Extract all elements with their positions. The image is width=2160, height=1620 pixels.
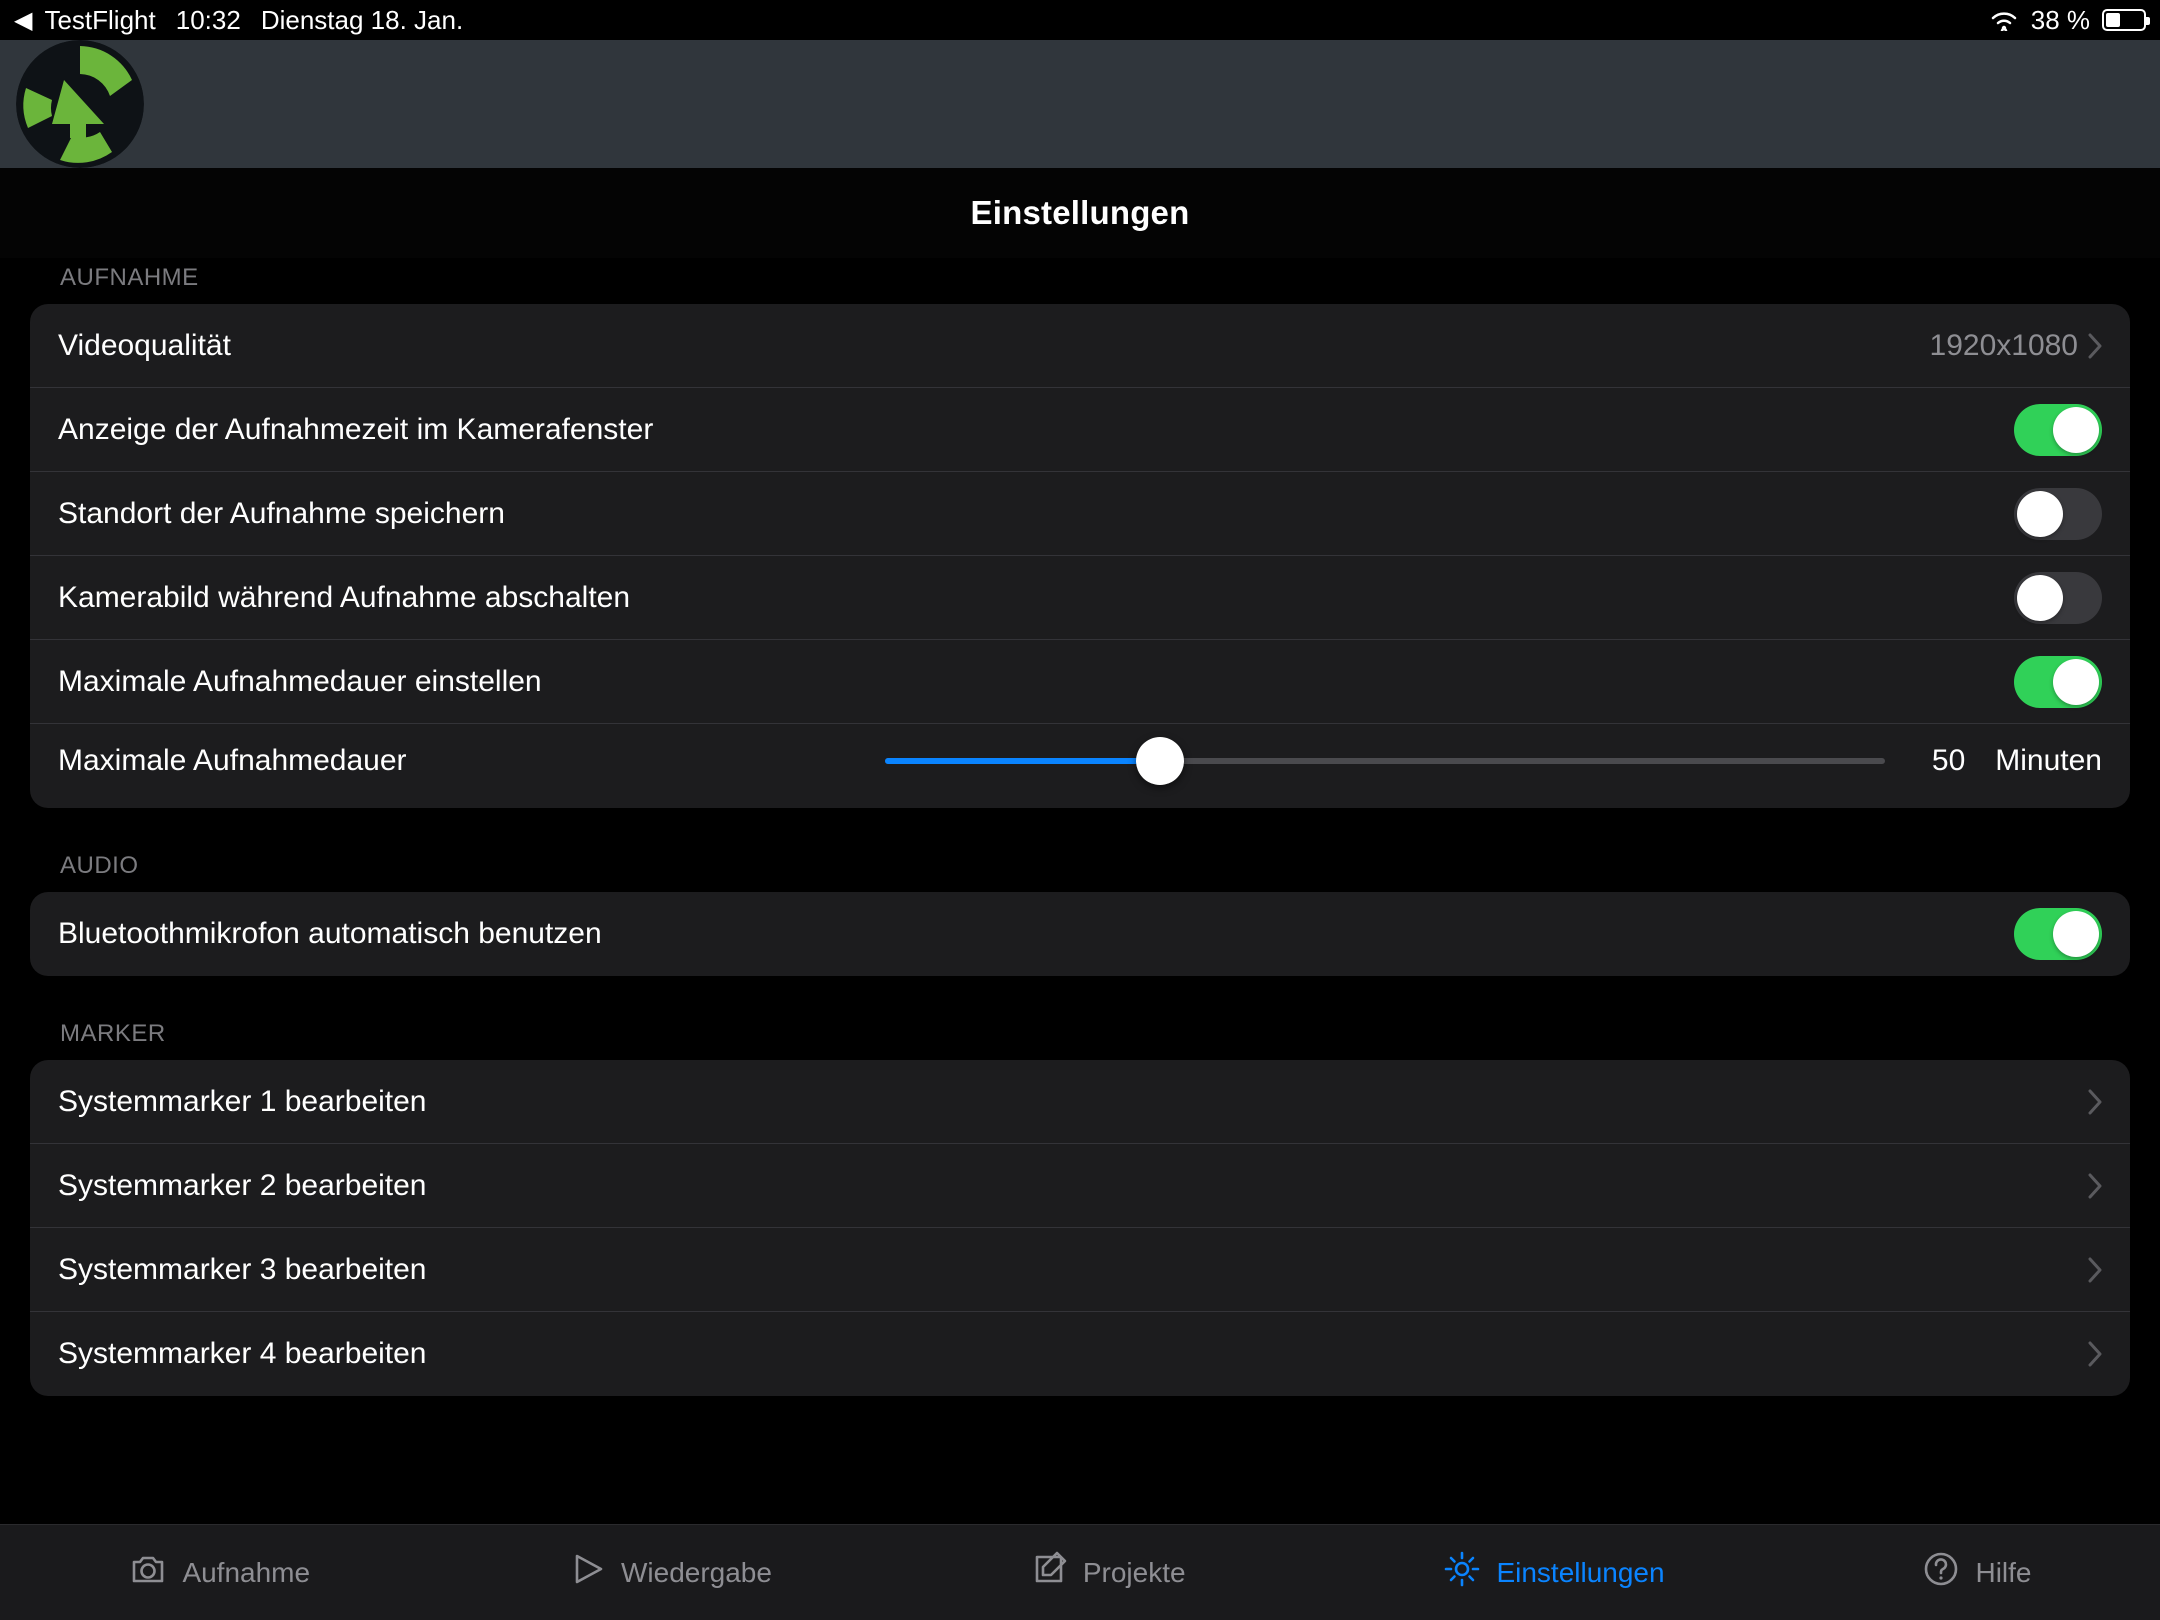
toggle-kamera-aus[interactable] <box>2014 572 2102 624</box>
chevron-right-icon <box>2088 1341 2102 1367</box>
label-bt-mic: Bluetoothmikrofon automatisch benutzen <box>58 917 2014 951</box>
group-audio: Bluetoothmikrofon automatisch benutzen <box>30 892 2130 976</box>
toggle-anzeige-zeit[interactable] <box>2014 404 2102 456</box>
row-marker-4[interactable]: Systemmarker 4 bearbeiten <box>30 1312 2130 1396</box>
chevron-right-icon <box>2088 1089 2102 1115</box>
chevron-right-icon <box>2088 1257 2102 1283</box>
tab-projekte[interactable]: Projekte <box>1029 1549 1186 1596</box>
battery-icon <box>2102 9 2146 31</box>
row-max-dauer: Maximale Aufnahmedauer 50 Minuten <box>30 724 2130 808</box>
status-bar: ◀ TestFlight 10:32 Dienstag 18. Jan. 38 … <box>0 0 2160 40</box>
row-videoqualitaet[interactable]: Videoqualität 1920x1080 <box>30 304 2130 388</box>
label-marker-2: Systemmarker 2 bearbeiten <box>58 1169 2088 1203</box>
back-chevron-icon[interactable]: ◀ <box>14 6 32 35</box>
section-header-audio: AUDIO <box>30 852 2130 880</box>
label-marker-1: Systemmarker 1 bearbeiten <box>58 1085 2088 1119</box>
row-marker-1[interactable]: Systemmarker 1 bearbeiten <box>30 1060 2130 1144</box>
wifi-icon <box>1989 9 2019 31</box>
camera-icon <box>128 1549 168 1596</box>
label-max-dauer: Maximale Aufnahmedauer <box>58 744 885 778</box>
label-anzeige-zeit: Anzeige der Aufnahmezeit im Kamerafenste… <box>58 413 2014 447</box>
chevron-right-icon <box>2088 1173 2102 1199</box>
group-aufnahme: Videoqualität 1920x1080 Anzeige der Aufn… <box>30 304 2130 808</box>
app-logo-icon <box>16 40 144 168</box>
row-anzeige-zeit: Anzeige der Aufnahmezeit im Kamerafenste… <box>30 388 2130 472</box>
play-icon <box>567 1549 607 1596</box>
label-marker-4: Systemmarker 4 bearbeiten <box>58 1337 2088 1371</box>
status-date: Dienstag 18. Jan. <box>261 5 463 36</box>
tab-label-wiedergabe: Wiedergabe <box>621 1557 772 1589</box>
page-title: Einstellungen <box>971 194 1190 232</box>
row-bt-mic: Bluetoothmikrofon automatisch benutzen <box>30 892 2130 976</box>
slider-unit-max-dauer: Minuten <box>1995 744 2102 778</box>
status-time: 10:32 <box>176 5 241 36</box>
row-max-einstellen: Maximale Aufnahmedauer einstellen <box>30 640 2130 724</box>
label-marker-3: Systemmarker 3 bearbeiten <box>58 1253 2088 1287</box>
help-icon <box>1921 1549 1961 1596</box>
gear-icon <box>1442 1549 1482 1596</box>
tab-wiedergabe[interactable]: Wiedergabe <box>567 1549 772 1596</box>
tab-label-aufnahme: Aufnahme <box>182 1557 310 1589</box>
label-kamera-aus: Kamerabild während Aufnahme abschalten <box>58 581 2014 615</box>
tab-einstellungen[interactable]: Einstellungen <box>1442 1549 1664 1596</box>
toggle-max-einstellen[interactable] <box>2014 656 2102 708</box>
tab-label-projekte: Projekte <box>1083 1557 1186 1589</box>
section-header-marker: MARKER <box>30 1020 2130 1048</box>
status-back-app[interactable]: TestFlight <box>44 5 155 36</box>
label-videoqualitaet: Videoqualität <box>58 329 1930 363</box>
slider-value-max-dauer: 50 <box>1915 744 1965 778</box>
edit-icon <box>1029 1549 1069 1596</box>
slider-max-dauer[interactable] <box>885 741 1885 781</box>
section-header-aufnahme: AUFNAHME <box>30 264 2130 292</box>
tab-label-einstellungen: Einstellungen <box>1496 1557 1664 1589</box>
settings-content: AUFNAHME Videoqualität 1920x1080 Anzeige… <box>0 264 2160 1396</box>
label-standort-speichern: Standort der Aufnahme speichern <box>58 497 2014 531</box>
tab-hilfe[interactable]: Hilfe <box>1921 1549 2031 1596</box>
page-title-bar: Einstellungen <box>0 168 2160 258</box>
tab-aufnahme[interactable]: Aufnahme <box>128 1549 310 1596</box>
row-kamera-aus: Kamerabild während Aufnahme abschalten <box>30 556 2130 640</box>
app-header <box>0 40 2160 168</box>
toggle-bt-mic[interactable] <box>2014 908 2102 960</box>
toggle-standort-speichern[interactable] <box>2014 488 2102 540</box>
group-marker: Systemmarker 1 bearbeiten Systemmarker 2… <box>30 1060 2130 1396</box>
label-max-einstellen: Maximale Aufnahmedauer einstellen <box>58 665 2014 699</box>
tab-bar: Aufnahme Wiedergabe Projekte Einstellung… <box>0 1524 2160 1620</box>
tab-label-hilfe: Hilfe <box>1975 1557 2031 1589</box>
status-battery-pct: 38 % <box>2031 5 2090 36</box>
value-videoqualitaet: 1920x1080 <box>1930 329 2078 363</box>
row-standort-speichern: Standort der Aufnahme speichern <box>30 472 2130 556</box>
row-marker-3[interactable]: Systemmarker 3 bearbeiten <box>30 1228 2130 1312</box>
chevron-right-icon <box>2088 333 2102 359</box>
row-marker-2[interactable]: Systemmarker 2 bearbeiten <box>30 1144 2130 1228</box>
